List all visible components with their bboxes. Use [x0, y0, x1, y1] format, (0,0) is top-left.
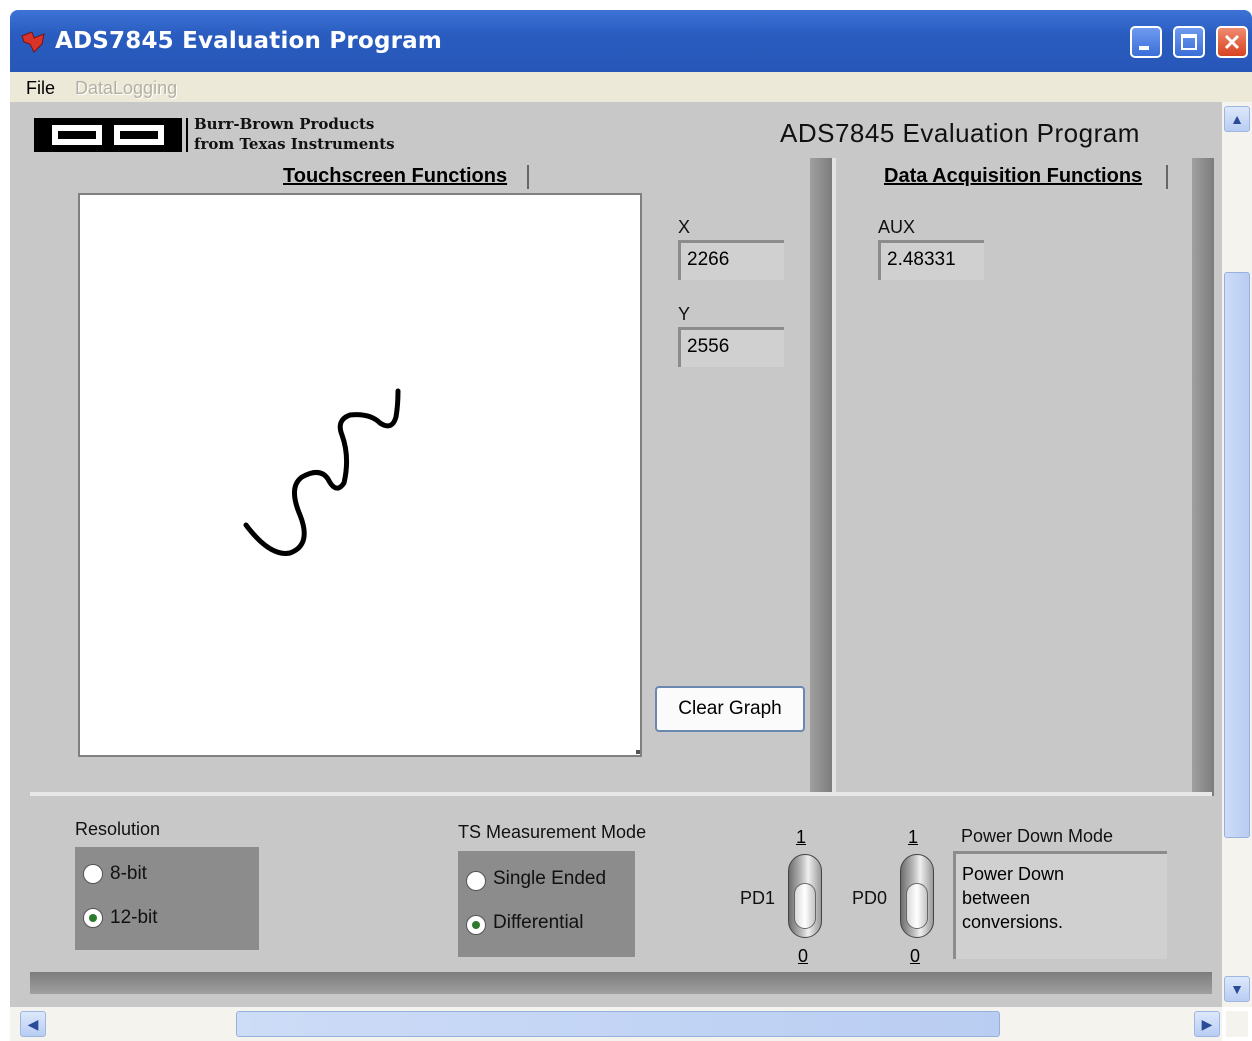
minimize-button[interactable] — [1130, 26, 1162, 58]
y-label: Y — [678, 304, 691, 324]
x-value: 2266 — [678, 240, 784, 280]
pd1-toggle[interactable] — [788, 854, 822, 938]
clear-graph-button[interactable]: Clear Graph — [655, 686, 805, 732]
y-value: 2556 — [678, 327, 784, 367]
daq-title-separator — [1166, 165, 1168, 189]
bottom-strip-top-edge — [30, 792, 1212, 796]
aux-value: 2.48331 — [878, 240, 984, 280]
pd0-toggle[interactable] — [900, 854, 934, 938]
radio-differential-label[interactable]: Differential — [493, 912, 583, 934]
ts-mode-group — [458, 851, 635, 957]
scroll-up-button[interactable]: ▲ — [1224, 106, 1250, 132]
pd0-low-label: 0 — [910, 946, 921, 966]
radio-differential[interactable] — [466, 915, 486, 935]
resolution-group — [75, 847, 259, 950]
pd0-high-label: 1 — [908, 827, 919, 847]
radio-8bit[interactable] — [83, 864, 103, 884]
daq-panel-edge — [832, 158, 836, 796]
bb-logo — [34, 118, 182, 152]
title-separator — [527, 165, 529, 189]
pd1-low-label: 0 — [798, 946, 809, 966]
close-button[interactable] — [1216, 26, 1248, 58]
logo-text-line2: from Texas Instruments — [194, 135, 395, 153]
scroll-right-button[interactable]: ▶ — [1194, 1011, 1220, 1037]
x-label: X — [678, 217, 691, 237]
radio-12bit[interactable] — [83, 908, 103, 928]
touch-graph[interactable] — [78, 193, 642, 757]
radio-single-ended-label[interactable]: Single Ended — [493, 868, 606, 890]
scroll-down-button[interactable]: ▼ — [1224, 976, 1250, 1002]
aux-label: AUX — [878, 217, 916, 237]
power-down-mode-line3: conversions. — [962, 912, 1064, 932]
vertical-scrollbar[interactable]: ▲ ▼ — [1222, 102, 1252, 1007]
power-down-mode-label: Power Down Mode — [961, 826, 1114, 846]
menu-file[interactable]: File — [26, 78, 55, 99]
ti-logo-icon — [21, 31, 45, 53]
power-down-mode-line1: Power Down — [962, 864, 1065, 884]
logo-text-line1: Burr-Brown Products — [194, 115, 375, 133]
pd0-label: PD0 — [852, 888, 888, 908]
logo-divider — [186, 118, 188, 152]
bottom-strip-edge — [30, 972, 1212, 994]
daq-panel-right-edge — [1192, 158, 1214, 796]
radio-8bit-label[interactable]: 8-bit — [110, 863, 147, 885]
header-title: ADS7845 Evaluation Program — [780, 118, 1140, 148]
size-grip[interactable] — [1226, 1011, 1248, 1037]
touch-trace — [243, 388, 401, 556]
pd1-high-label: 1 — [796, 827, 807, 847]
maximize-button[interactable] — [1173, 26, 1205, 58]
resolution-label: Resolution — [75, 819, 161, 839]
touchscreen-title: Touchscreen Functions — [283, 165, 508, 187]
ts-mode-label: TS Measurement Mode — [458, 822, 647, 842]
menu-datalogging[interactable]: DataLogging — [75, 78, 177, 99]
close-icon — [1224, 34, 1240, 50]
radio-single-ended[interactable] — [466, 871, 486, 891]
panel-divider — [810, 158, 832, 796]
window-title: ADS7845 Evaluation Program — [55, 28, 443, 54]
horizontal-scroll-thumb[interactable] — [236, 1011, 1000, 1037]
horizontal-scrollbar[interactable]: ◀ ▶ — [10, 1007, 1222, 1041]
vertical-scroll-thumb[interactable] — [1224, 272, 1250, 838]
scroll-left-button[interactable]: ◀ — [20, 1011, 46, 1037]
graph-resize-handle — [636, 750, 640, 754]
daq-title: Data Acquisition Functions — [884, 165, 1143, 187]
pd1-label: PD1 — [740, 888, 776, 908]
radio-12bit-label[interactable]: 12-bit — [110, 907, 158, 929]
power-down-mode-line2: between — [962, 888, 1031, 908]
power-down-mode-text: Power Down between conversions. — [953, 851, 1167, 959]
menu-bar — [10, 72, 1252, 103]
